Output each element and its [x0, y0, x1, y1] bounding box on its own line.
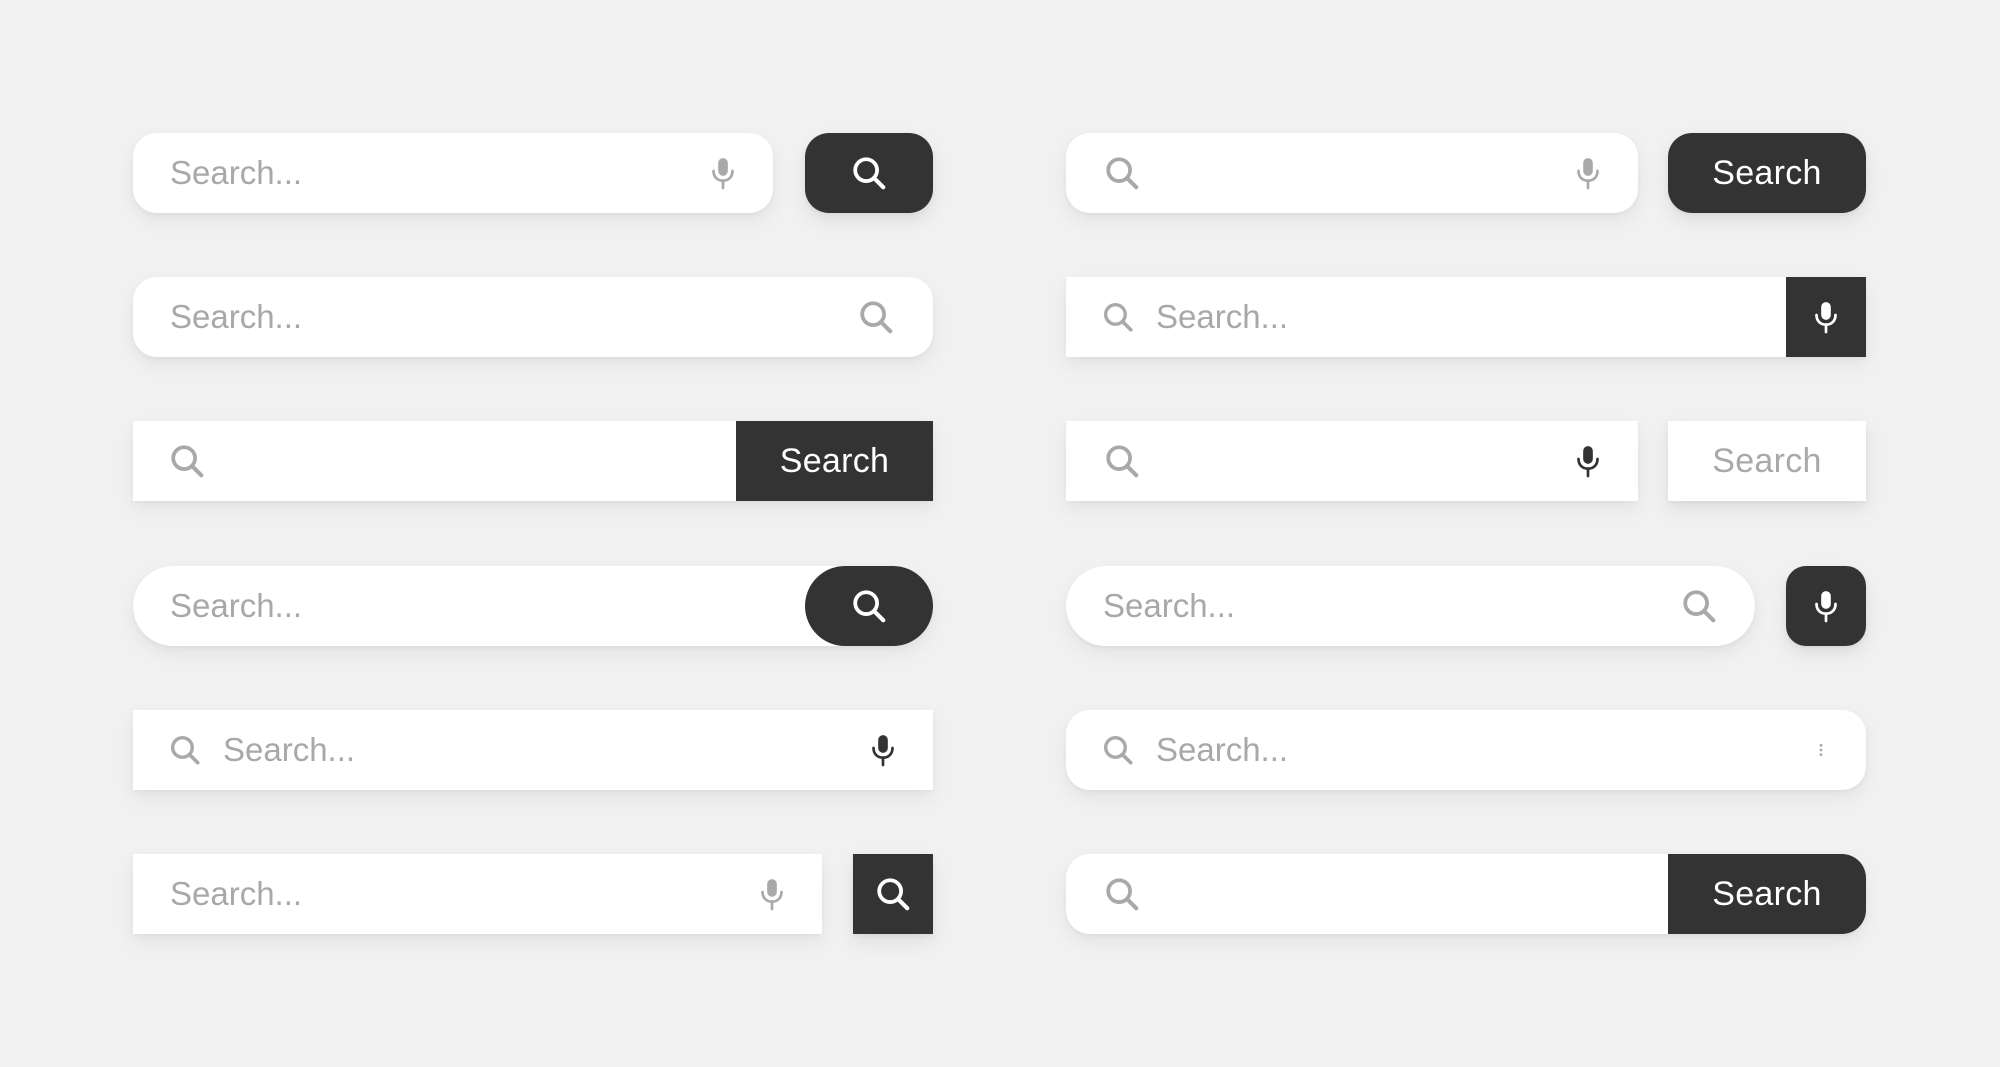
search-button[interactable]: [805, 566, 933, 646]
more-vertical-icon[interactable]: [1814, 733, 1828, 767]
search-bar-12[interactable]: Search: [1066, 854, 1866, 934]
search-bar-7[interactable]: [1066, 133, 1638, 213]
search-input-placeholder[interactable]: Search...: [170, 587, 302, 625]
search-icon: [168, 442, 206, 480]
search-bar-10[interactable]: Search...: [1066, 566, 1755, 646]
microphone-icon[interactable]: [755, 874, 789, 914]
search-bar-6[interactable]: Search...: [133, 854, 822, 934]
search-input-placeholder[interactable]: Search...: [1156, 731, 1288, 769]
search-button-label: Search: [779, 441, 890, 480]
search-icon: [1101, 300, 1135, 334]
microphone-icon[interactable]: [1571, 440, 1605, 482]
search-button-label: Search: [1712, 874, 1822, 913]
search-icon[interactable]: [857, 298, 895, 336]
voice-search-button[interactable]: [1786, 277, 1866, 357]
search-icon: [1101, 733, 1135, 767]
search-input-placeholder[interactable]: Search...: [170, 875, 302, 913]
search-bar-5[interactable]: Search...: [133, 710, 933, 790]
search-icon: [168, 733, 202, 767]
search-button[interactable]: Search: [1668, 421, 1866, 501]
search-icon[interactable]: [1680, 587, 1718, 625]
search-button[interactable]: Search: [1668, 854, 1866, 934]
voice-search-button[interactable]: [1786, 566, 1866, 646]
search-bar-9[interactable]: [1066, 421, 1638, 501]
microphone-icon[interactable]: [866, 729, 900, 771]
search-input-placeholder[interactable]: Search...: [170, 154, 302, 192]
search-icon: [1103, 442, 1141, 480]
search-button[interactable]: [805, 133, 933, 213]
search-button-label: Search: [1712, 153, 1822, 192]
search-bar-2[interactable]: Search...: [133, 277, 933, 357]
search-button[interactable]: [853, 854, 933, 934]
microphone-icon[interactable]: [1571, 153, 1605, 193]
search-icon: [1103, 875, 1141, 913]
microphone-icon[interactable]: [706, 153, 740, 193]
search-icon: [1103, 154, 1141, 192]
microphone-icon: [1809, 296, 1843, 338]
search-input-placeholder[interactable]: Search...: [223, 731, 355, 769]
search-icon: [850, 154, 888, 192]
microphone-icon: [1809, 585, 1843, 627]
search-icon: [850, 587, 888, 625]
search-input-placeholder[interactable]: Search...: [1156, 298, 1288, 336]
search-input-placeholder[interactable]: Search...: [1103, 587, 1235, 625]
search-bar-1[interactable]: Search...: [133, 133, 773, 213]
search-button[interactable]: Search: [1668, 133, 1866, 213]
search-bar-11[interactable]: Search...: [1066, 710, 1866, 790]
search-input-placeholder[interactable]: Search...: [170, 298, 302, 336]
search-button-label: Search: [1712, 441, 1822, 480]
search-button[interactable]: Search: [736, 421, 933, 501]
search-icon: [874, 875, 912, 913]
search-bar-8[interactable]: Search...: [1066, 277, 1866, 357]
